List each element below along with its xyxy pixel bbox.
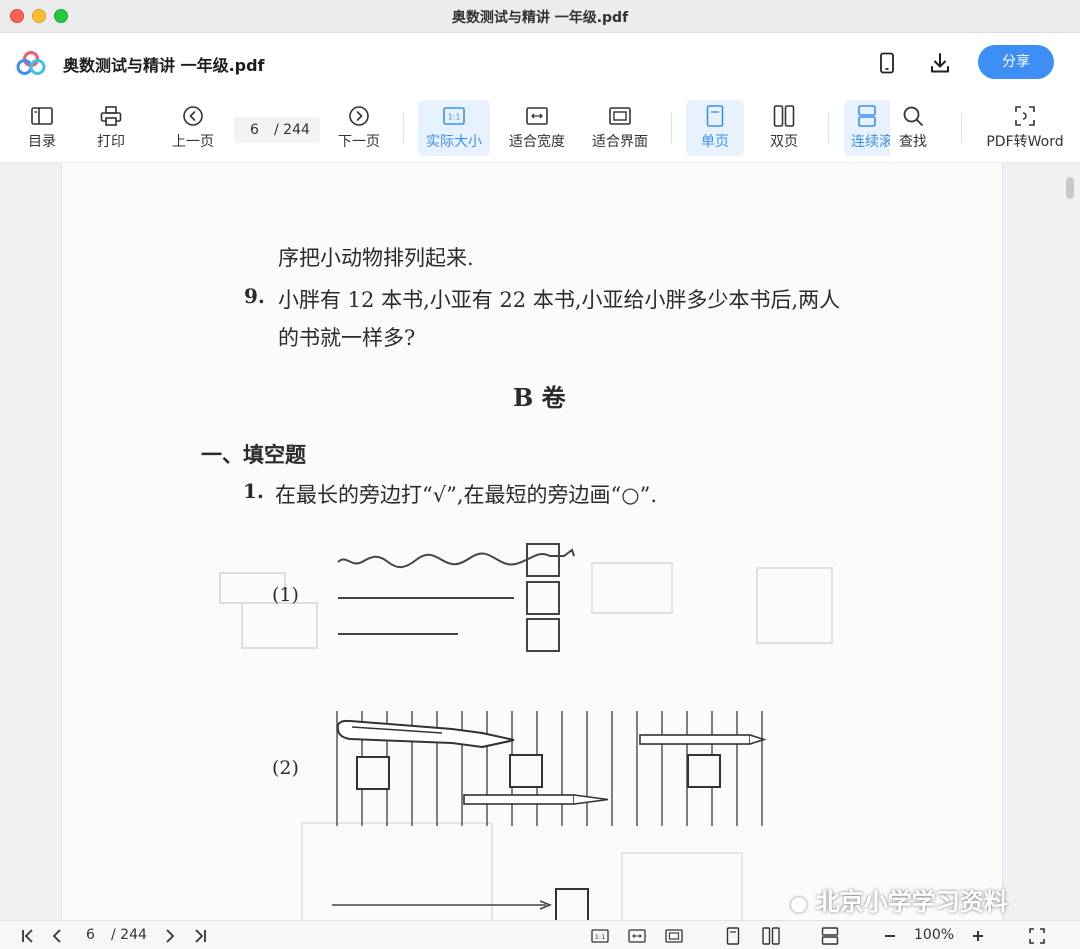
fit-page-icon	[584, 104, 656, 128]
arrow-figure	[332, 888, 589, 920]
continuous-scroll-label: 连续滚	[851, 134, 890, 150]
actual-size-icon: 1:1	[418, 104, 490, 128]
fit-width-button[interactable]: 适合宽度	[501, 100, 573, 156]
next-page-button[interactable]: 下一页	[323, 100, 395, 156]
double-page-icon	[755, 104, 813, 128]
toolbar-divider	[671, 113, 672, 143]
fit-page-label: 适合界面	[592, 134, 648, 150]
question-9-text: 小胖有 12 本书,小亚有 22 本书,小亚给小胖多少本书后,两人	[278, 288, 841, 312]
continuous-scroll-button[interactable]: 连续滚	[844, 100, 890, 156]
single-page-icon	[686, 104, 744, 128]
continuous-scroll-icon	[844, 104, 890, 128]
question-1-number: 1.	[243, 479, 264, 503]
zoom-in-icon[interactable]	[968, 926, 988, 946]
double-page-small-icon[interactable]	[761, 926, 781, 946]
single-page-button[interactable]: 单页	[686, 100, 744, 156]
question-1-text: 在最长的旁边打“√”,在最短的旁边画“○”.	[275, 483, 657, 507]
fit-width-label: 适合宽度	[509, 134, 565, 150]
page-current-value: 6	[250, 122, 259, 138]
svg-text:1:1: 1:1	[595, 933, 605, 941]
toc-button[interactable]: 目录	[6, 100, 78, 156]
double-page-label: 双页	[770, 134, 798, 150]
vertical-scrollbar-thumb[interactable]	[1066, 177, 1074, 199]
actual-size-small-icon[interactable]: 1:1	[590, 926, 610, 946]
search-icon	[890, 104, 936, 128]
section-title: B 卷	[513, 383, 566, 412]
document-viewport[interactable]: 序把小动物排列起来. 9. 小胖有 12 本书,小亚有 22 本书,小亚给小胖多…	[0, 163, 1080, 920]
download-icon[interactable]	[927, 50, 953, 76]
window-titlebar: 奥数测试与精讲 一年级.pdf	[0, 0, 1080, 33]
page-total-value: / 244	[274, 122, 310, 138]
viewer-toolbar: 目录 打印 上一页 6 / 244 下一页 1:1 实际大小 适合宽度 适合界面…	[0, 93, 1080, 163]
sidebar-icon	[6, 104, 78, 128]
find-button[interactable]: 查找	[890, 100, 936, 156]
last-page-icon[interactable]	[190, 926, 210, 946]
pdf-to-word-label: PDF转Word	[986, 134, 1064, 150]
question-9-number: 9.	[244, 284, 265, 308]
toolbar-divider	[961, 113, 962, 143]
question-9-text-cont: 的书就一样多?	[278, 326, 416, 350]
document-title: 奥数测试与精讲 一年级.pdf	[63, 56, 265, 75]
toc-label: 目录	[28, 134, 56, 150]
chevron-left-circle-icon	[157, 104, 229, 128]
print-label: 打印	[97, 134, 125, 150]
watermark-text: ● 北京小学学习资料	[790, 882, 1008, 917]
watermark-label: 北京小学学习资料	[815, 888, 1008, 916]
toolbar-divider	[828, 113, 829, 143]
fit-width-icon	[501, 104, 573, 128]
app-header: 奥数测试与精讲 一年级.pdf 分享	[0, 33, 1080, 93]
part-heading: 一、填空题	[201, 442, 306, 467]
first-page-icon[interactable]	[18, 926, 38, 946]
single-page-small-icon[interactable]	[723, 926, 743, 946]
status-page-total: / 244	[111, 927, 147, 943]
lines-comparison-figure	[337, 543, 575, 652]
sub-question-1-label: (1)	[272, 584, 299, 606]
toolbar-divider	[403, 113, 404, 143]
next-page-label: 下一页	[338, 134, 380, 150]
continuous-scroll-small-icon[interactable]	[820, 926, 840, 946]
chevron-right-circle-icon	[323, 104, 395, 128]
pen-pencil-figure	[336, 711, 767, 826]
window-title: 奥数测试与精讲 一年级.pdf	[451, 10, 629, 26]
pdf-to-word-button[interactable]: PDF转Word	[982, 100, 1068, 156]
fit-page-small-icon[interactable]	[664, 926, 684, 946]
zoom-level: 100%	[914, 927, 955, 943]
share-button[interactable]: 分享	[978, 45, 1054, 79]
mobile-icon[interactable]	[874, 50, 900, 76]
double-page-button[interactable]: 双页	[755, 100, 813, 156]
chevron-right-icon[interactable]	[160, 926, 180, 946]
prev-page-label: 上一页	[172, 134, 214, 150]
zoom-out-icon[interactable]	[880, 926, 900, 946]
prev-page-button[interactable]: 上一页	[157, 100, 229, 156]
print-button[interactable]: 打印	[75, 100, 147, 156]
chevron-left-icon[interactable]	[47, 926, 67, 946]
single-page-label: 单页	[701, 134, 729, 150]
wechat-icon: ●	[790, 891, 808, 915]
fit-page-button[interactable]: 适合界面	[584, 100, 656, 156]
page-number-input[interactable]: 6 / 244	[234, 117, 320, 143]
status-bar: 6 / 244 1:1 100%	[0, 920, 1080, 949]
find-label: 查找	[899, 134, 927, 150]
svg-text:1:1: 1:1	[448, 113, 461, 122]
actual-size-label: 实际大小	[426, 134, 482, 150]
pdf-page: 序把小动物排列起来. 9. 小胖有 12 本书,小亚有 22 本书,小亚给小胖多…	[62, 163, 1002, 920]
fit-width-small-icon[interactable]	[627, 926, 647, 946]
sub-question-2-label: (2)	[272, 757, 299, 779]
fullscreen-icon[interactable]	[1027, 926, 1047, 946]
app-logo-icon	[16, 50, 46, 76]
doc-line-continuation: 序把小动物排列起来.	[278, 246, 474, 270]
printer-icon	[75, 104, 147, 128]
convert-icon	[982, 104, 1068, 128]
actual-size-button[interactable]: 1:1 实际大小	[418, 100, 490, 156]
status-page-current[interactable]: 6	[86, 927, 95, 943]
